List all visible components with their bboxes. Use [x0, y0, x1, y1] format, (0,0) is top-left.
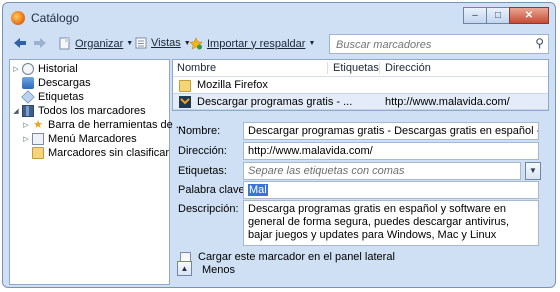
tree-item-history[interactable]: ▷ Historial	[12, 62, 78, 76]
title-bar: Catálogo ‒ □ ✕	[3, 3, 555, 33]
tree-item-downloads[interactable]: Descargas	[22, 76, 91, 90]
address-label: Dirección:	[178, 145, 227, 157]
list-item-name: Descargar programas gratis - ...	[197, 96, 353, 108]
column-divider[interactable]	[327, 62, 328, 74]
menu-icon	[32, 133, 44, 145]
expand-arrow-icon[interactable]: ▷	[22, 135, 30, 143]
name-field[interactable]: Descargar programas gratis - Descargas g…	[243, 122, 539, 140]
search-input[interactable]	[334, 36, 528, 54]
import-star-icon	[189, 37, 203, 50]
list-item-name: Mozilla Firefox	[197, 79, 268, 91]
tree-item-label: Barra de herramientas de ...	[48, 119, 185, 131]
list-item-selected[interactable]: Descargar programas gratis - ... http://…	[173, 93, 548, 110]
chevron-up-icon: ▲	[180, 264, 189, 273]
organize-menu[interactable]: Organizar ▼	[59, 37, 133, 50]
column-address[interactable]: Dirección	[385, 62, 431, 74]
folder-icon	[179, 80, 191, 92]
sidebar-checkbox-row[interactable]: Cargar este marcador en el panel lateral	[180, 251, 395, 263]
tree-item-bookmarks-menu[interactable]: ▷ Menú Marcadores	[22, 132, 137, 146]
download-icon	[22, 77, 34, 89]
chevron-down-icon: ▼	[308, 40, 316, 47]
tree-item-tags[interactable]: Etiquetas	[21, 90, 84, 104]
views-label: Vistas	[151, 37, 181, 49]
views-icon	[135, 37, 147, 49]
back-button[interactable]	[13, 37, 27, 49]
keyword-field[interactable]: Mal	[243, 181, 539, 199]
organize-label: Organizar	[75, 37, 124, 50]
organize-icon	[59, 37, 70, 50]
name-label: Nombre:	[178, 125, 221, 137]
toolbar: Organizar ▼ Vistas ▼ Importar y respaldar ▼…	[9, 33, 549, 57]
description-label: Descripción:	[178, 203, 239, 215]
tags-label: Etiquetas:	[178, 165, 227, 177]
import-backup-menu[interactable]: Importar y respaldar ▼	[189, 37, 315, 50]
list-item-address: http://www.malavida.com/	[385, 96, 510, 108]
close-button[interactable]: ✕	[509, 7, 549, 24]
malavida-favicon-icon	[179, 96, 191, 111]
library-tree: ▷ Historial Descargas Etiquetas ◢ Todos …	[9, 59, 185, 285]
bookmark-toolbar-icon: ★	[33, 119, 43, 131]
clock-icon	[22, 63, 34, 75]
tags-dropdown-button[interactable]: ▼	[525, 162, 541, 180]
expand-arrow-icon[interactable]: ▷	[22, 121, 30, 129]
tree-item-unsorted[interactable]: Marcadores sin clasificar	[32, 146, 169, 160]
tree-item-label: Historial	[38, 63, 78, 75]
tag-icon	[21, 90, 35, 104]
back-arrow-icon	[14, 38, 26, 48]
keyword-label: Palabra clave:	[178, 184, 248, 196]
tree-item-label: Menú Marcadores	[48, 133, 137, 145]
column-name[interactable]: Nombre	[177, 62, 216, 74]
import-backup-label: Importar y respaldar	[207, 37, 306, 50]
less-button-label: Menos	[202, 264, 236, 276]
column-tags[interactable]: Etiquetas	[333, 62, 379, 74]
details-pane: Nombre: Descargar programas gratis - Des…	[172, 115, 549, 285]
tree-item-all-bookmarks[interactable]: ◢ Todos los marcadores	[12, 104, 146, 118]
chevron-down-icon: ▼	[529, 166, 537, 175]
tree-item-toolbar[interactable]: ▷ ★ Barra de herramientas de ...	[22, 118, 185, 132]
address-field[interactable]: http://www.malavida.com/	[243, 142, 539, 160]
bookmark-list: Nombre Etiquetas Dirección Mozilla Firef…	[172, 59, 549, 111]
minimize-button[interactable]: ‒	[463, 7, 487, 24]
folder-icon	[32, 147, 44, 159]
forward-button[interactable]	[33, 37, 47, 49]
maximize-button[interactable]: □	[486, 7, 510, 24]
description-field[interactable]: Descarga programas gratis en español y s…	[243, 200, 539, 246]
collapse-arrow-icon[interactable]: ◢	[12, 107, 20, 115]
forward-arrow-icon	[34, 38, 46, 48]
search-icon[interactable]: ⚲	[535, 36, 544, 50]
less-button[interactable]: ▲	[177, 261, 192, 276]
keyword-value: Mal	[248, 184, 268, 196]
firefox-icon	[11, 11, 25, 25]
library-window: Catálogo ‒ □ ✕ Organizar ▼ Vistas ▼ Import…	[2, 2, 556, 288]
tree-item-label: Descargas	[38, 77, 91, 89]
window-controls: ‒ □ ✕	[463, 7, 549, 24]
bookmarks-icon	[22, 105, 34, 117]
tree-item-label: Etiquetas	[38, 91, 84, 103]
column-header: Nombre Etiquetas Dirección	[173, 60, 548, 77]
window-title: Catálogo	[31, 11, 80, 25]
sidebar-checkbox-label: Cargar este marcador en el panel lateral	[198, 251, 395, 263]
chevron-down-icon: ▼	[126, 40, 134, 47]
column-divider[interactable]	[379, 62, 380, 74]
views-menu[interactable]: Vistas ▼	[135, 37, 191, 49]
expand-arrow-icon[interactable]: ▷	[12, 65, 20, 73]
tree-item-label: Todos los marcadores	[38, 105, 146, 117]
tree-item-label: Marcadores sin clasificar	[48, 147, 170, 159]
list-item[interactable]: Mozilla Firefox	[173, 77, 548, 94]
tags-field[interactable]: Separe las etiquetas con comas	[243, 162, 521, 180]
search-box[interactable]: ⚲	[329, 34, 549, 54]
